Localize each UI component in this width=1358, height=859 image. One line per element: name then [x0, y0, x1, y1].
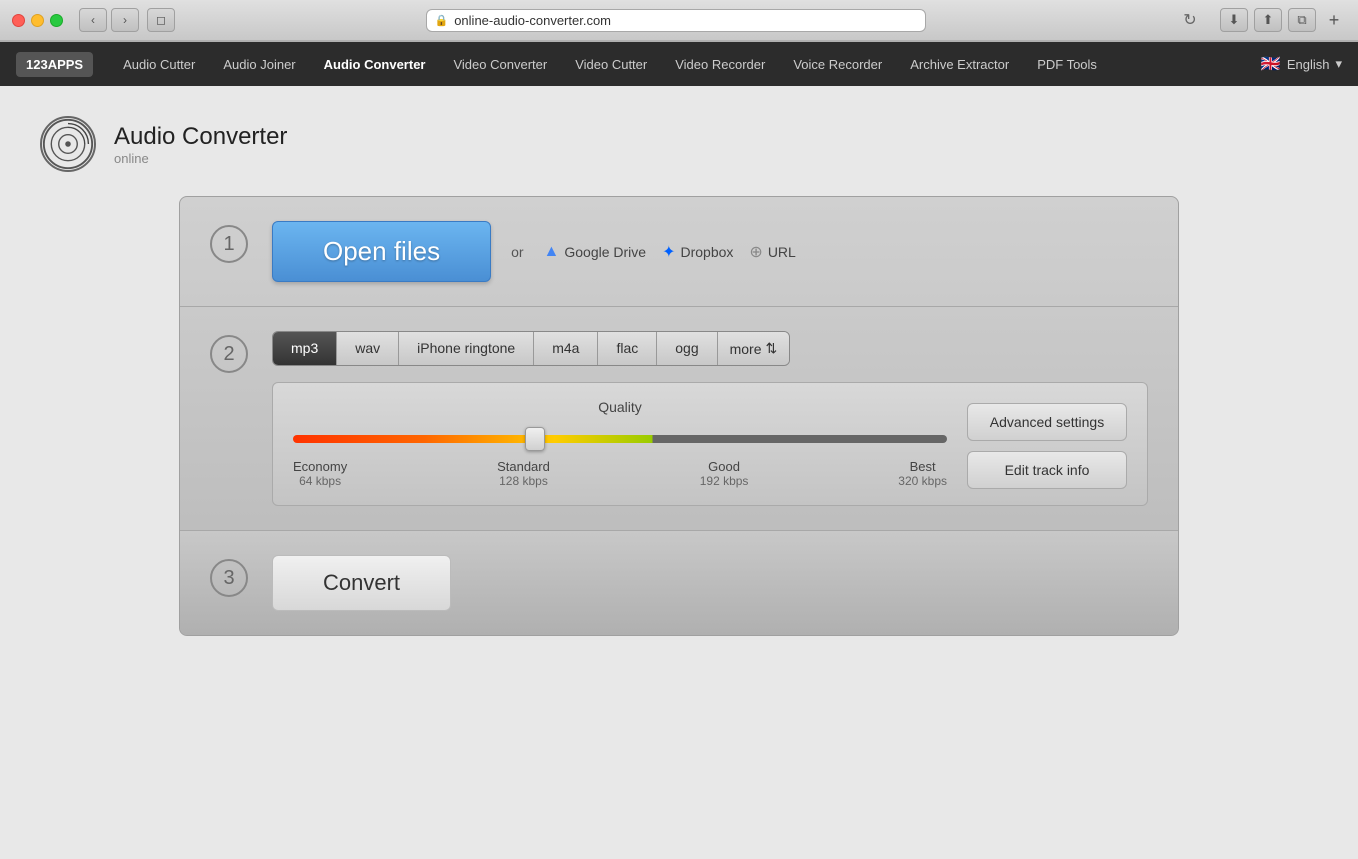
dropbox-label: Dropbox [680, 244, 733, 260]
quality-standard: Standard 128 kbps [497, 459, 550, 488]
quality-good-name: Good [700, 459, 749, 474]
language-chevron-icon: ▾ [1335, 56, 1342, 72]
url-icon: ⊕ [749, 242, 762, 262]
nav-video-cutter[interactable]: Video Cutter [561, 42, 661, 86]
step-3-content: Convert [272, 555, 1148, 611]
flag-icon: 🇬🇧 [1261, 54, 1281, 74]
google-drive-label: Google Drive [564, 244, 646, 260]
quality-standard-kbps: 128 kbps [497, 474, 550, 488]
language-selector[interactable]: 🇬🇧 English ▾ [1261, 54, 1342, 74]
cloud-links: ▲ Google Drive ✦ Dropbox ⊕ URL [544, 242, 796, 262]
format-tab-iphone-ringtone[interactable]: iPhone ringtone [399, 332, 534, 365]
maximize-window-btn[interactable] [50, 14, 63, 27]
edit-track-info-button[interactable]: Edit track info [967, 451, 1127, 489]
more-label: more [730, 341, 762, 357]
window-mode-btn[interactable]: ◻ [147, 8, 175, 32]
format-tabs: mp3 wav iPhone ringtone m4a flac ogg mor… [272, 331, 790, 366]
format-tab-more[interactable]: more ⇅ [718, 332, 790, 365]
app-subtitle: online [114, 151, 287, 166]
app-navbar: 123APPS Audio Cutter Audio Joiner Audio … [0, 42, 1358, 86]
traffic-lights [12, 14, 63, 27]
or-text: or [511, 244, 523, 260]
app-title-group: Audio Converter online [114, 123, 287, 166]
dropbox-link[interactable]: ✦ Dropbox [662, 242, 733, 262]
logo-svg [42, 118, 94, 170]
quality-economy-name: Economy [293, 459, 347, 474]
step-1-content: Open files or ▲ Google Drive ✦ Dropbox ⊕ [272, 221, 1148, 282]
url-input[interactable] [454, 13, 916, 28]
nav-video-converter[interactable]: Video Converter [439, 42, 561, 86]
quality-labels: Economy 64 kbps Standard 128 kbps Good 1… [293, 459, 947, 488]
browser-titlebar: ‹ › ◻ 🔒 ↻ ⬇ ⬆ ⧉ + [0, 0, 1358, 41]
quality-slider-thumb[interactable] [525, 427, 545, 451]
format-tab-flac[interactable]: flac [598, 332, 657, 365]
step-2-content: mp3 wav iPhone ringtone m4a flac ogg mor… [272, 331, 1148, 506]
format-tab-m4a[interactable]: m4a [534, 332, 598, 365]
step-3-section: 3 Convert [180, 531, 1178, 635]
step-2-number: 2 [210, 335, 248, 373]
close-window-btn[interactable] [12, 14, 25, 27]
open-files-button[interactable]: Open files [272, 221, 491, 282]
nav-pdf-tools[interactable]: PDF Tools [1023, 42, 1111, 86]
advanced-settings-button[interactable]: Advanced settings [967, 403, 1127, 441]
quality-right: Advanced settings Edit track info [967, 399, 1127, 489]
address-bar[interactable]: 🔒 [426, 9, 926, 32]
quality-economy: Economy 64 kbps [293, 459, 347, 488]
app-logo [40, 116, 96, 172]
quality-best-kbps: 320 kbps [898, 474, 947, 488]
back-btn[interactable]: ‹ [79, 8, 107, 32]
quality-best: Best 320 kbps [898, 459, 947, 488]
nav-audio-converter[interactable]: Audio Converter [310, 42, 440, 86]
quality-slider-track [293, 435, 947, 443]
nav-audio-joiner[interactable]: Audio Joiner [209, 42, 309, 86]
nav-audio-cutter[interactable]: Audio Cutter [109, 42, 209, 86]
format-tab-wav[interactable]: wav [337, 332, 399, 365]
app-title: Audio Converter [114, 123, 287, 151]
brand-button[interactable]: 123APPS [16, 52, 93, 77]
step-1-section: 1 Open files or ▲ Google Drive ✦ Dropbox [180, 197, 1178, 307]
url-label: URL [768, 244, 796, 260]
quality-good-kbps: 192 kbps [700, 474, 749, 488]
quality-title: Quality [293, 399, 947, 415]
nav-voice-recorder[interactable]: Voice Recorder [779, 42, 896, 86]
ssl-lock-icon: 🔒 [435, 14, 449, 27]
nav-links: Audio Cutter Audio Joiner Audio Converte… [109, 42, 1261, 86]
step-1-number: 1 [210, 225, 248, 263]
converter-box: 1 Open files or ▲ Google Drive ✦ Dropbox [179, 196, 1179, 636]
new-tab-btn[interactable]: + [1322, 8, 1346, 32]
browser-nav: ‹ › [79, 8, 139, 32]
app-header: Audio Converter online [0, 116, 1358, 196]
step-2-section: 2 mp3 wav iPhone ringtone m4a flac ogg m… [180, 307, 1178, 531]
format-tab-ogg[interactable]: ogg [657, 332, 717, 365]
page-content: Audio Converter online 1 Open files or ▲… [0, 86, 1358, 859]
more-chevron-icon: ⇅ [766, 340, 778, 357]
quality-standard-name: Standard [497, 459, 550, 474]
quality-box: Quality Economy 64 kbps [272, 382, 1148, 506]
quality-economy-kbps: 64 kbps [293, 474, 347, 488]
quality-left: Quality Economy 64 kbps [293, 399, 947, 488]
share-btn[interactable]: ⬆ [1254, 8, 1282, 32]
google-drive-icon: ▲ [544, 243, 560, 261]
nav-video-recorder[interactable]: Video Recorder [661, 42, 779, 86]
reload-btn[interactable]: ↻ [1176, 8, 1204, 32]
open-files-row: Open files or ▲ Google Drive ✦ Dropbox ⊕ [272, 221, 1148, 282]
format-tab-mp3[interactable]: mp3 [273, 332, 337, 365]
url-link[interactable]: ⊕ URL [749, 242, 795, 262]
tab-overview-btn[interactable]: ⧉ [1288, 8, 1316, 32]
minimize-window-btn[interactable] [31, 14, 44, 27]
convert-button[interactable]: Convert [272, 555, 451, 611]
google-drive-link[interactable]: ▲ Google Drive [544, 243, 647, 261]
downloads-btn[interactable]: ⬇ [1220, 8, 1248, 32]
nav-archive-extractor[interactable]: Archive Extractor [896, 42, 1023, 86]
step-3-number: 3 [210, 559, 248, 597]
quality-good: Good 192 kbps [700, 459, 749, 488]
quality-slider-container [293, 427, 947, 451]
forward-btn[interactable]: › [111, 8, 139, 32]
browser-actions: ⬇ ⬆ ⧉ + [1220, 8, 1346, 32]
browser-chrome: ‹ › ◻ 🔒 ↻ ⬇ ⬆ ⧉ + [0, 0, 1358, 42]
dropbox-icon: ✦ [662, 242, 675, 262]
language-label: English [1287, 57, 1330, 72]
quality-best-name: Best [898, 459, 947, 474]
